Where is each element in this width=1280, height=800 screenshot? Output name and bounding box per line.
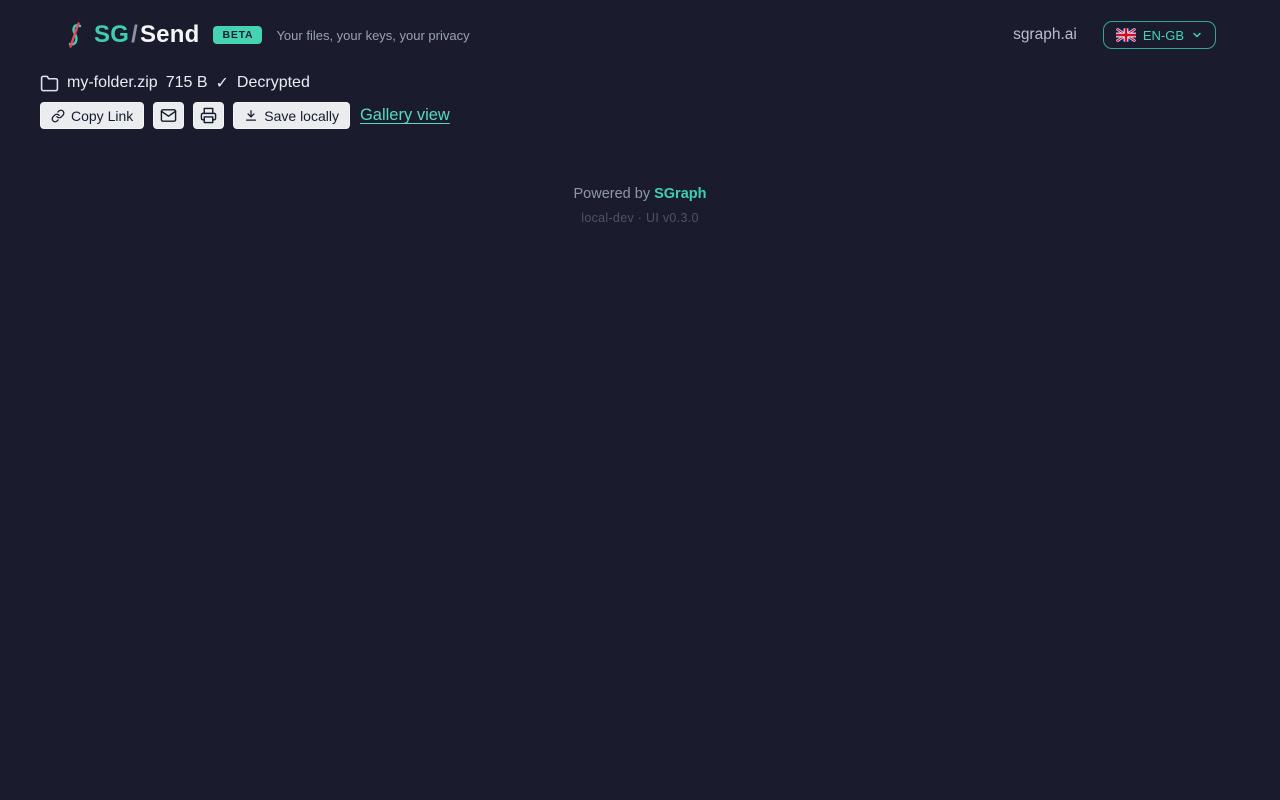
check-icon: ✓ [215, 75, 229, 92]
logo[interactable]: SG / Send BETA Your files, your keys, your… [64, 21, 470, 49]
file-size: 715 B [165, 74, 208, 91]
uk-flag-icon [1115, 28, 1136, 42]
actions-row: Copy Link Save locally Gallery view [40, 102, 1240, 129]
file-status: Decrypted [236, 74, 310, 91]
printer-icon [200, 107, 217, 124]
sgraph-brand-link[interactable]: SGraph [654, 186, 706, 202]
sgraph-logo-icon [64, 21, 86, 49]
header: SG / Send BETA Your files, your keys, your… [0, 0, 1280, 70]
tagline: Your files, your keys, your privacy [276, 27, 470, 43]
footer: Powered by SGraph local-dev · UI v0.3.0 [0, 186, 1280, 225]
email-button[interactable] [153, 102, 185, 129]
logo-sg: SG [94, 21, 130, 48]
language-label: EN-GB [1142, 27, 1184, 43]
folder-icon [40, 74, 59, 93]
app-title: SG / Send [94, 21, 199, 49]
logo-send: Send [139, 21, 200, 48]
save-locally-button[interactable]: Save locally [233, 102, 350, 129]
sgraph-site-link[interactable]: sgraph.ai [1013, 26, 1077, 44]
beta-badge: BETA [213, 25, 263, 45]
powered-by-line: Powered by SGraph [0, 186, 1280, 202]
main-content: my-folder.zip 715 B ✓ Decrypted Copy Lin… [0, 73, 1280, 129]
copy-link-button[interactable]: Copy Link [40, 102, 145, 129]
link-icon [51, 109, 65, 123]
language-selector[interactable]: EN-GB [1102, 21, 1216, 49]
gallery-view-link[interactable]: Gallery view [360, 106, 450, 125]
file-name: my-folder.zip [67, 74, 158, 91]
print-button[interactable] [193, 102, 225, 129]
file-row: my-folder.zip 715 B ✓ Decrypted [40, 73, 1240, 93]
envelope-icon [160, 107, 177, 124]
logo-slash: / [131, 21, 138, 48]
powered-by-text: Powered by [573, 186, 655, 202]
build-info: local-dev · UI v0.3.0 [581, 211, 699, 225]
download-icon [244, 109, 258, 123]
copy-link-label: Copy Link [71, 107, 134, 124]
chevron-down-icon [1191, 29, 1203, 41]
header-right: sgraph.ai EN-GB [1013, 21, 1216, 49]
save-locally-label: Save locally [264, 107, 339, 124]
